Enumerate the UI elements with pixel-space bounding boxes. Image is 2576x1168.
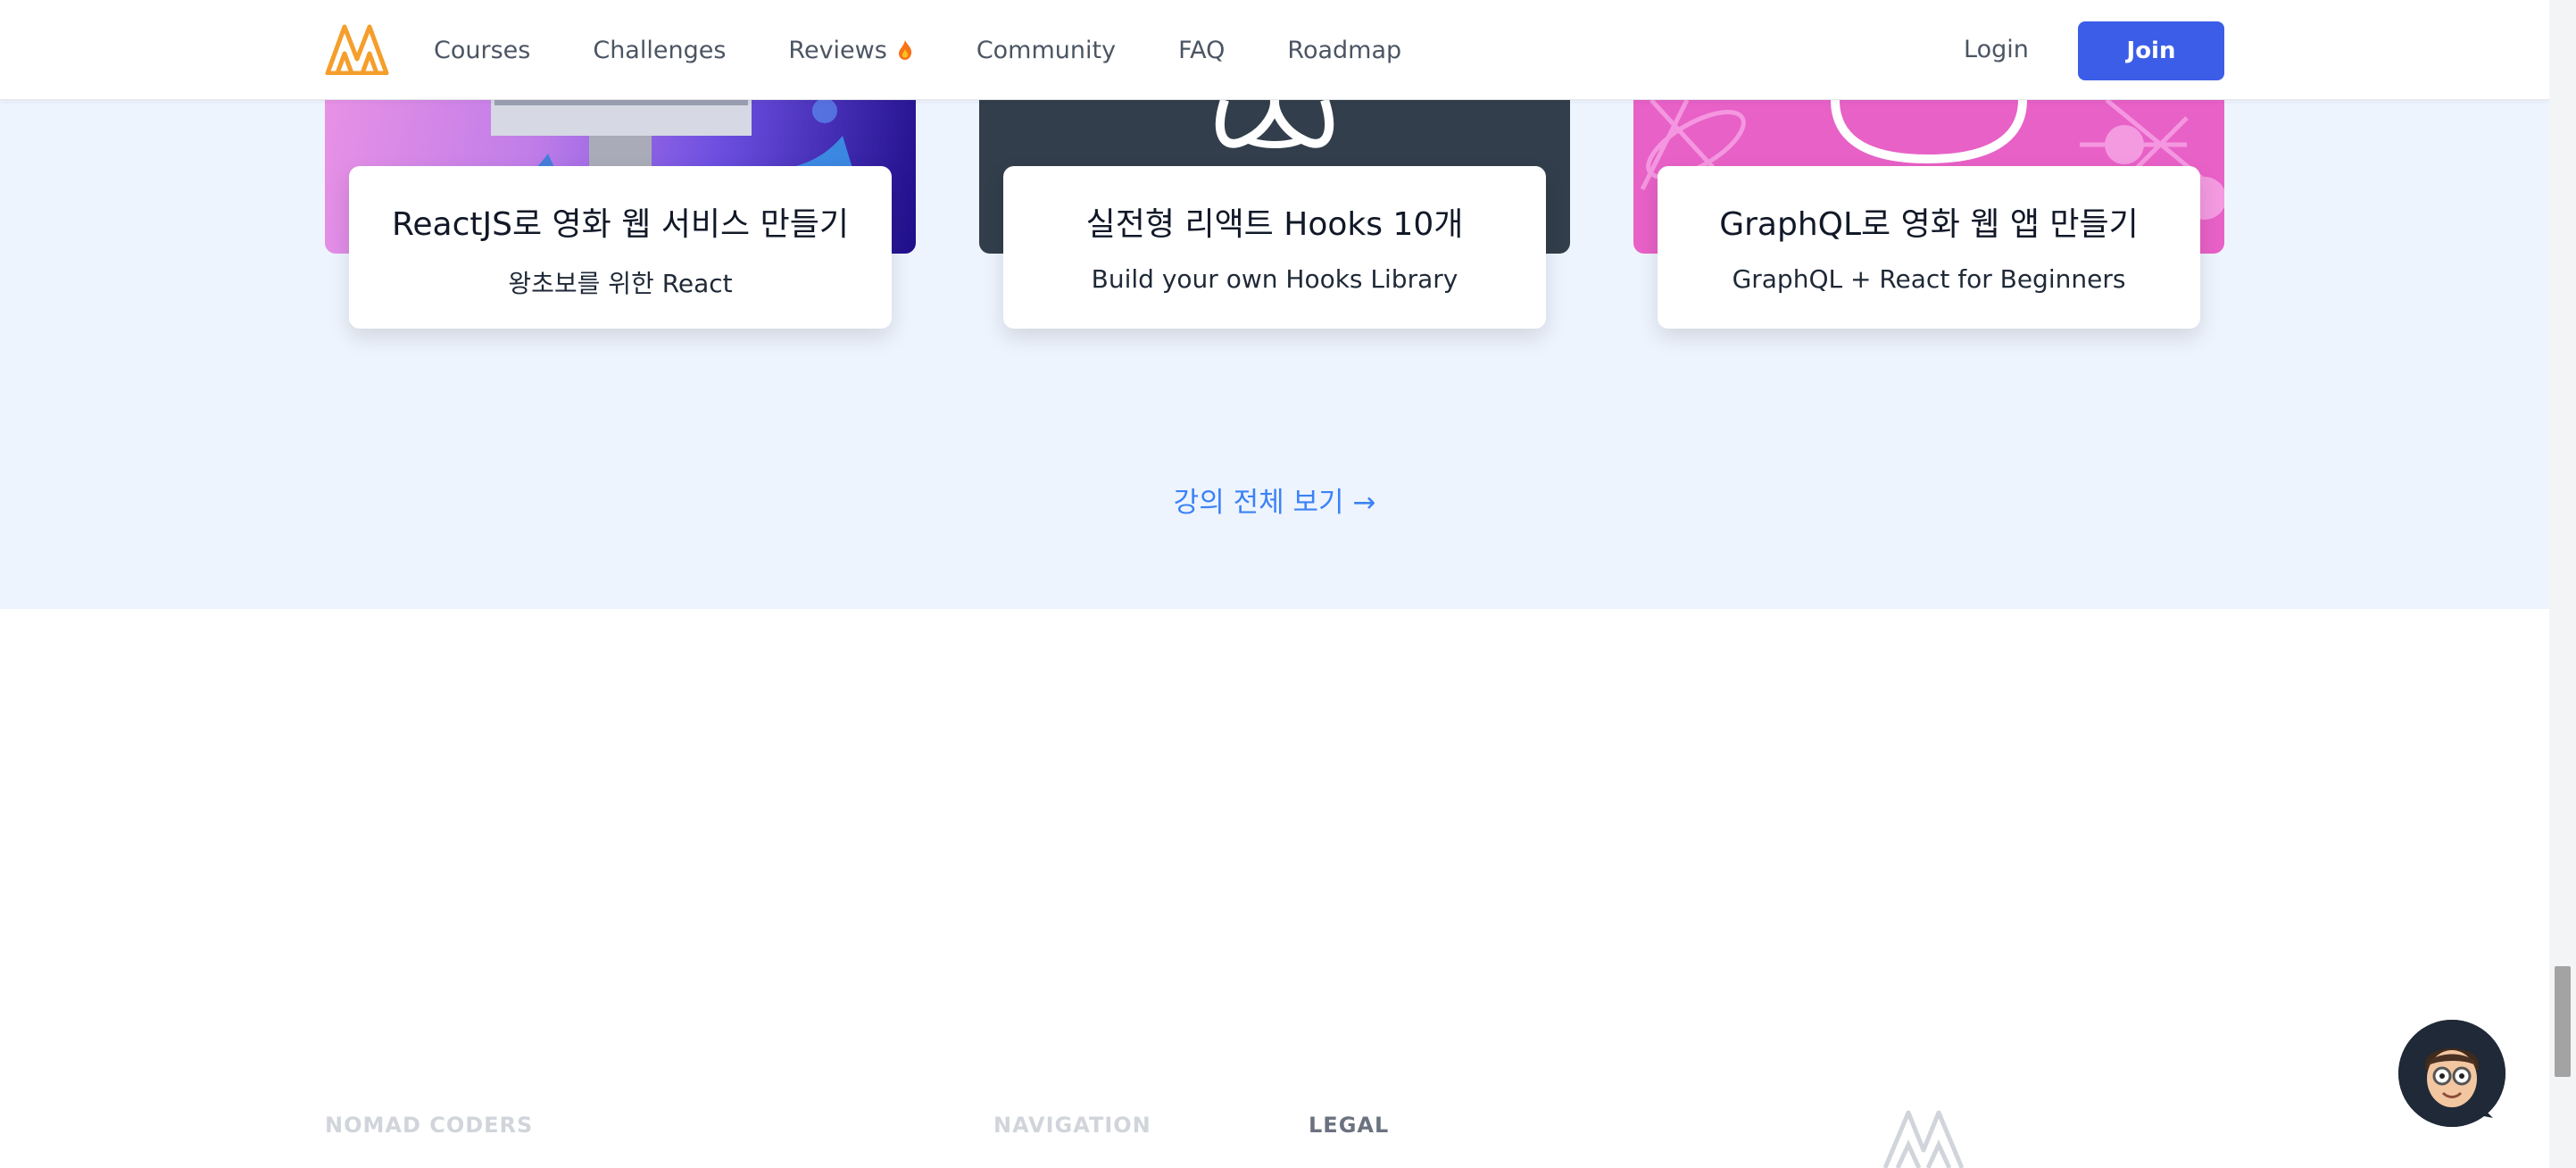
nav-community[interactable]: Community xyxy=(976,37,1116,64)
course-title: ReactJS로 영화 웹 서비스 만들기 xyxy=(392,206,849,243)
course-card-hooks[interactable]: 실전형 리액트 Hooks 10개 Build your own Hooks L… xyxy=(1003,166,1546,329)
nav-label: Challenges xyxy=(593,36,727,64)
nomad-coders-logo-icon[interactable] xyxy=(325,23,389,75)
nav-label: Courses xyxy=(434,36,531,64)
footer-heading-nomad-coders: NOMAD CODERS xyxy=(325,1113,534,1138)
scrollbar-thumb[interactable] xyxy=(2555,966,2571,1077)
footer-heading-legal: LEGAL xyxy=(1309,1113,1390,1138)
course-subtitle: Build your own Hooks Library xyxy=(1091,264,1458,294)
chat-support-avatar-button[interactable] xyxy=(2398,1020,2505,1127)
footer-heading-navigation: NAVIGATION xyxy=(993,1113,1151,1138)
course-card-graphql[interactable]: GraphQL로 영화 웹 앱 만들기 GraphQL + React for … xyxy=(1658,166,2200,329)
nav-label: Roadmap xyxy=(1287,36,1402,64)
nav-label: Community xyxy=(976,36,1117,64)
nav-courses[interactable]: Courses xyxy=(434,37,530,64)
course-title: GraphQL로 영화 웹 앱 만들기 xyxy=(1719,206,2139,243)
nav-reviews[interactable]: Reviews xyxy=(788,37,913,64)
nav-faq[interactable]: FAQ xyxy=(1178,37,1225,64)
nav-challenges[interactable]: Challenges xyxy=(593,37,726,64)
nav-roadmap[interactable]: Roadmap xyxy=(1287,37,1401,64)
fire-icon xyxy=(898,40,911,60)
course-subtitle: 왕초보를 위한 React xyxy=(508,269,733,298)
nav-label: Reviews xyxy=(788,36,887,64)
top-navigation-bar: Courses Challenges Reviews Community FAQ… xyxy=(0,0,2549,100)
course-card-reactjs[interactable]: ReactJS로 영화 웹 서비스 만들기 왕초보를 위한 React xyxy=(349,166,892,329)
courses-section: ReactJS로 영화 웹 서비스 만들기 왕초보를 위한 React 실전형 … xyxy=(0,100,2549,609)
main-nav: Courses Challenges Reviews Community FAQ… xyxy=(434,0,1464,100)
course-subtitle: GraphQL + React for Beginners xyxy=(1732,264,2126,294)
see-all-courses-link[interactable]: 강의 전체 보기 → xyxy=(0,480,2549,520)
page: ReactJS로 영화 웹 서비스 만들기 왕초보를 위한 React 실전형 … xyxy=(0,0,2549,1168)
join-button[interactable]: Join xyxy=(2078,21,2224,80)
login-link[interactable]: Login xyxy=(1964,36,2029,63)
course-title: 실전형 리액트 Hooks 10개 xyxy=(1085,206,1464,243)
nav-label: FAQ xyxy=(1178,36,1226,64)
footer-logo-icon xyxy=(1882,1110,1965,1168)
